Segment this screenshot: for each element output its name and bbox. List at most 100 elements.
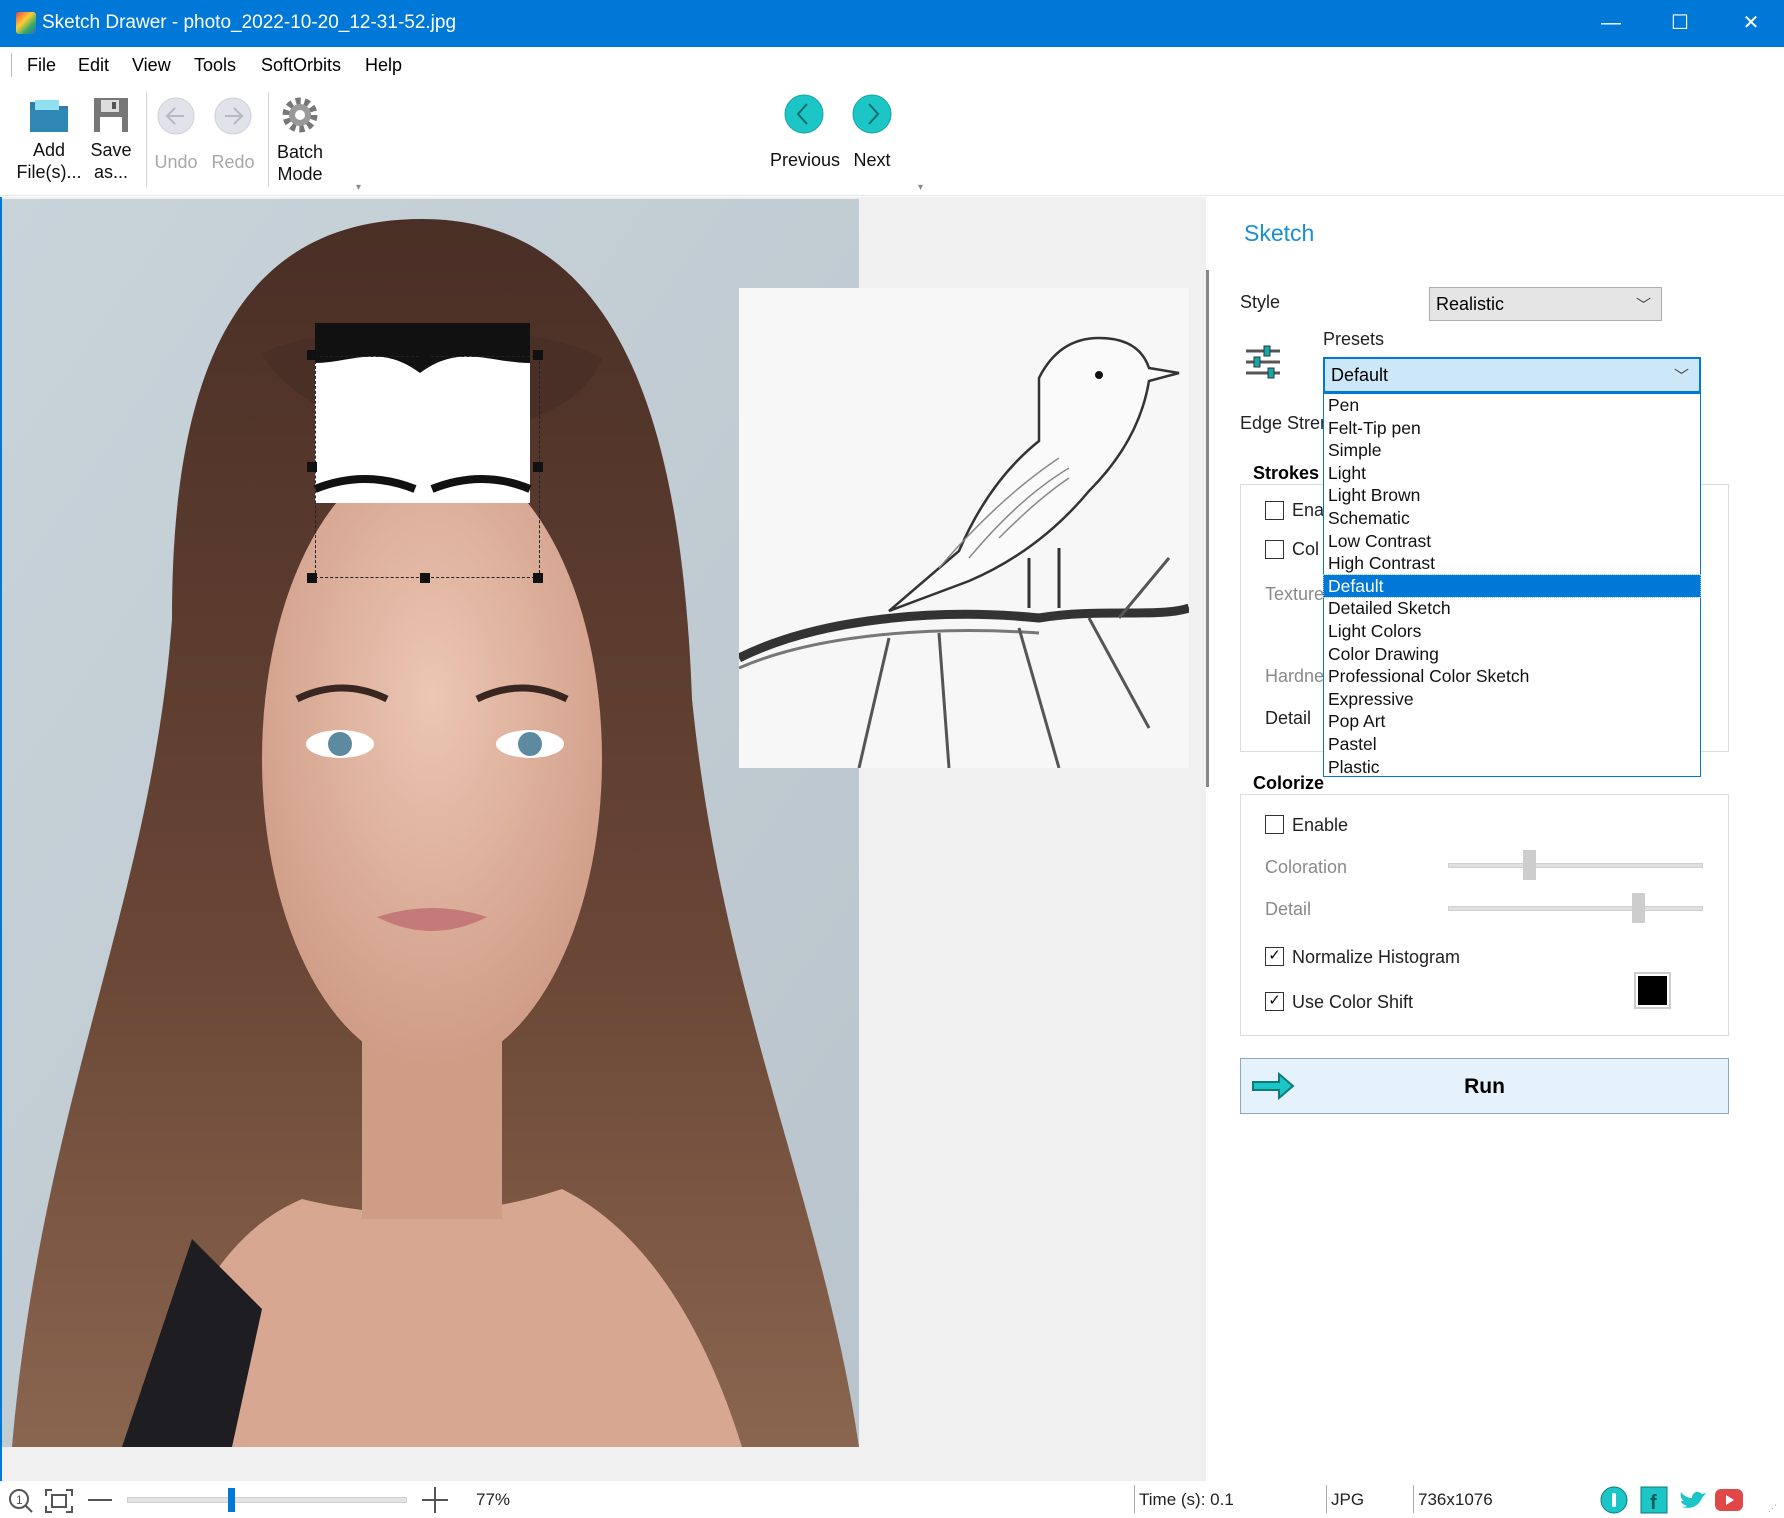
zoom-slider[interactable] — [127, 1497, 407, 1503]
previous-button[interactable]: Previous — [770, 94, 840, 171]
add-label-2: File(s)... — [16, 162, 82, 182]
preset-option[interactable]: Pop Art — [1324, 710, 1700, 733]
info-icon[interactable] — [1600, 1486, 1628, 1514]
preset-option[interactable]: Detailed Sketch — [1324, 597, 1700, 620]
preset-option[interactable]: Pastel — [1324, 733, 1700, 756]
strokes-enable-checkbox[interactable] — [1265, 501, 1284, 520]
zoom-in-button[interactable] — [422, 1487, 448, 1513]
status-separator — [1413, 1485, 1414, 1513]
menu-help[interactable]: Help — [365, 55, 402, 76]
selection-handle[interactable] — [533, 573, 543, 583]
menu-view[interactable]: View — [132, 55, 171, 76]
undo-label: Undo — [154, 152, 198, 172]
preset-option[interactable]: Light — [1324, 462, 1700, 485]
toolbar-overflow[interactable]: ▾ — [356, 182, 361, 193]
zoom-out-button[interactable] — [88, 1499, 112, 1501]
zoom-actual-size-icon[interactable]: 1 — [8, 1488, 34, 1514]
selection-handle[interactable] — [533, 350, 543, 360]
menu-file[interactable]: File — [27, 55, 56, 76]
selection-rectangle[interactable] — [315, 356, 540, 578]
preset-option[interactable]: High Contrast — [1324, 552, 1700, 575]
app-icon — [16, 12, 36, 34]
selection-handle[interactable] — [420, 350, 430, 360]
title-bar: Sketch Drawer - photo_2022-10-20_12-31-5… — [0, 0, 1784, 47]
preset-option[interactable]: Simple — [1324, 439, 1700, 462]
next-label: Next — [853, 150, 891, 170]
selection-handle[interactable] — [307, 462, 317, 472]
style-select[interactable]: Realistic ﹀ — [1429, 287, 1662, 321]
detail-slider-track[interactable] — [1448, 906, 1703, 911]
undo-button[interactable]: Undo — [152, 96, 200, 173]
bird-sketch-image — [739, 288, 1189, 768]
preset-option[interactable]: Light Brown — [1324, 484, 1700, 507]
fit-to-window-icon[interactable] — [44, 1488, 74, 1514]
coloration-slider-track[interactable] — [1448, 863, 1703, 868]
selection-handle[interactable] — [420, 573, 430, 583]
presets-value: Default — [1331, 365, 1389, 385]
presets-dropdown-list[interactable]: Pen Felt-Tip pen Simple Light Light Brown Sch… — [1323, 393, 1701, 777]
selection-handle[interactable] — [307, 573, 317, 583]
chevron-down-icon: ﹀ — [1673, 368, 1689, 385]
texture-label: Texture — [1265, 584, 1325, 604]
close-button[interactable]: ✕ — [1731, 8, 1771, 38]
resize-grip[interactable]: ⋰ — [1768, 1503, 1777, 1514]
add-label-1: Add — [32, 140, 66, 160]
color-shift-swatch[interactable] — [1634, 972, 1671, 1009]
minimize-button[interactable]: — — [1591, 8, 1631, 38]
next-button[interactable]: Next — [850, 94, 894, 171]
normalize-histogram-checkbox[interactable]: ✓ — [1265, 947, 1284, 966]
use-color-shift-checkbox[interactable]: ✓ — [1265, 992, 1284, 1011]
facebook-icon[interactable]: f — [1640, 1486, 1668, 1514]
run-button[interactable]: Run — [1240, 1058, 1729, 1114]
processing-time: Time (s): 0.1 — [1139, 1490, 1234, 1509]
preset-option[interactable]: Default — [1323, 573, 1701, 599]
selection-handle[interactable] — [307, 350, 317, 360]
strokes-color-checkbox[interactable] — [1265, 540, 1284, 559]
svg-text:f: f — [1650, 1492, 1657, 1514]
image-canvas[interactable] — [0, 197, 1206, 1481]
toolbar-overflow[interactable]: ▾ — [918, 182, 923, 193]
swatch-color — [1638, 976, 1667, 1005]
vertical-scrollbar[interactable] — [1206, 270, 1209, 787]
batch-label-1: Batch — [276, 142, 324, 162]
preset-option[interactable]: Light Colors — [1324, 620, 1700, 643]
youtube-icon[interactable] — [1714, 1487, 1744, 1513]
window-title: Sketch Drawer - photo_2022-10-20_12-31-5… — [42, 12, 457, 33]
preset-option[interactable]: Color Drawing — [1324, 643, 1700, 666]
preset-option[interactable]: Expressive — [1324, 688, 1700, 711]
maximize-button[interactable]: ☐ — [1660, 8, 1700, 38]
svg-text:1: 1 — [16, 1493, 23, 1507]
save-label-2: as... — [93, 162, 128, 182]
zoom-slider-thumb[interactable] — [228, 1488, 235, 1512]
preset-option[interactable]: Schematic — [1324, 507, 1700, 530]
toolbar: Add File(s)... Save as... Undo Redo Batc… — [0, 82, 1784, 196]
twitter-icon[interactable] — [1678, 1486, 1708, 1514]
preset-option[interactable]: Professional Color Sketch — [1324, 665, 1700, 688]
image-dimensions: 736x1076 — [1418, 1490, 1493, 1509]
gear-icon — [282, 97, 318, 133]
preset-option[interactable]: Plastic — [1324, 756, 1700, 779]
save-as-button[interactable]: Save as... — [88, 96, 134, 183]
batch-mode-button[interactable]: Batch Mode — [270, 94, 330, 185]
sliders-icon — [1246, 345, 1280, 379]
preset-option[interactable]: Low Contrast — [1324, 530, 1700, 553]
menu-softorbits[interactable]: SoftOrbits — [261, 55, 341, 76]
zoom-percent: 77% — [476, 1490, 511, 1509]
preset-option[interactable]: Felt-Tip pen — [1324, 417, 1700, 440]
menu-bar: File Edit View Tools SoftOrbits Help — [0, 47, 1784, 82]
folder-icon — [30, 100, 68, 132]
coloration-slider-thumb[interactable] — [1523, 850, 1537, 880]
selection-handle[interactable] — [533, 462, 543, 472]
hardness-label: Hardne — [1265, 666, 1325, 686]
detail-slider-thumb[interactable] — [1631, 893, 1645, 923]
menu-edit[interactable]: Edit — [78, 55, 109, 76]
presets-select[interactable]: Default ﹀ — [1323, 357, 1701, 393]
preset-option[interactable]: Pen — [1324, 394, 1700, 417]
redo-button[interactable]: Redo — [209, 96, 257, 173]
batch-label-2: Mode — [277, 164, 323, 184]
style-label: Style — [1240, 292, 1281, 312]
menu-tools[interactable]: Tools — [194, 55, 236, 76]
colorize-enable-checkbox[interactable] — [1265, 815, 1284, 834]
menu-grip — [11, 53, 12, 77]
add-files-button[interactable]: Add File(s)... — [14, 96, 84, 183]
